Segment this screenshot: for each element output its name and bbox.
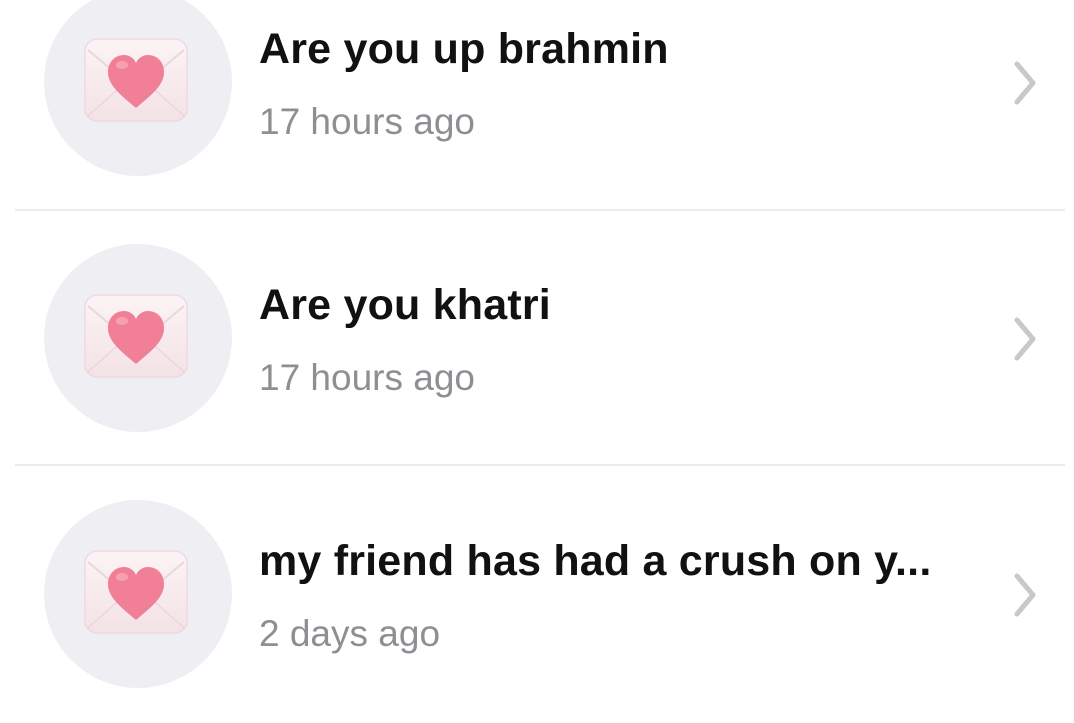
avatar (44, 500, 232, 688)
heart-envelope-icon (84, 294, 188, 378)
avatar (44, 244, 232, 432)
notification-time: 17 hours ago (259, 357, 476, 398)
avatar (44, 0, 232, 176)
notification-row[interactable]: Are you khatri 17 hours ago (0, 211, 1074, 467)
notification-time: 17 hours ago (259, 101, 476, 142)
heart-envelope-icon (84, 550, 188, 634)
notification-list: Are you up brahmin 17 hours ago Are you … (0, 0, 1074, 714)
chevron-right-icon (1014, 573, 1036, 617)
divider (15, 464, 1065, 466)
heart-envelope-icon (84, 38, 188, 122)
notification-title: Are you khatri (259, 281, 551, 329)
notification-row[interactable]: my friend has had a crush on y... 2 days… (0, 467, 1074, 723)
notification-title: Are you up brahmin (259, 25, 669, 73)
notification-time: 2 days ago (259, 613, 441, 654)
notification-title: my friend has had a crush on y... (259, 537, 932, 585)
notification-row[interactable]: Are you up brahmin 17 hours ago (0, 0, 1074, 211)
chevron-right-icon (1014, 61, 1036, 105)
chevron-right-icon (1014, 317, 1036, 361)
